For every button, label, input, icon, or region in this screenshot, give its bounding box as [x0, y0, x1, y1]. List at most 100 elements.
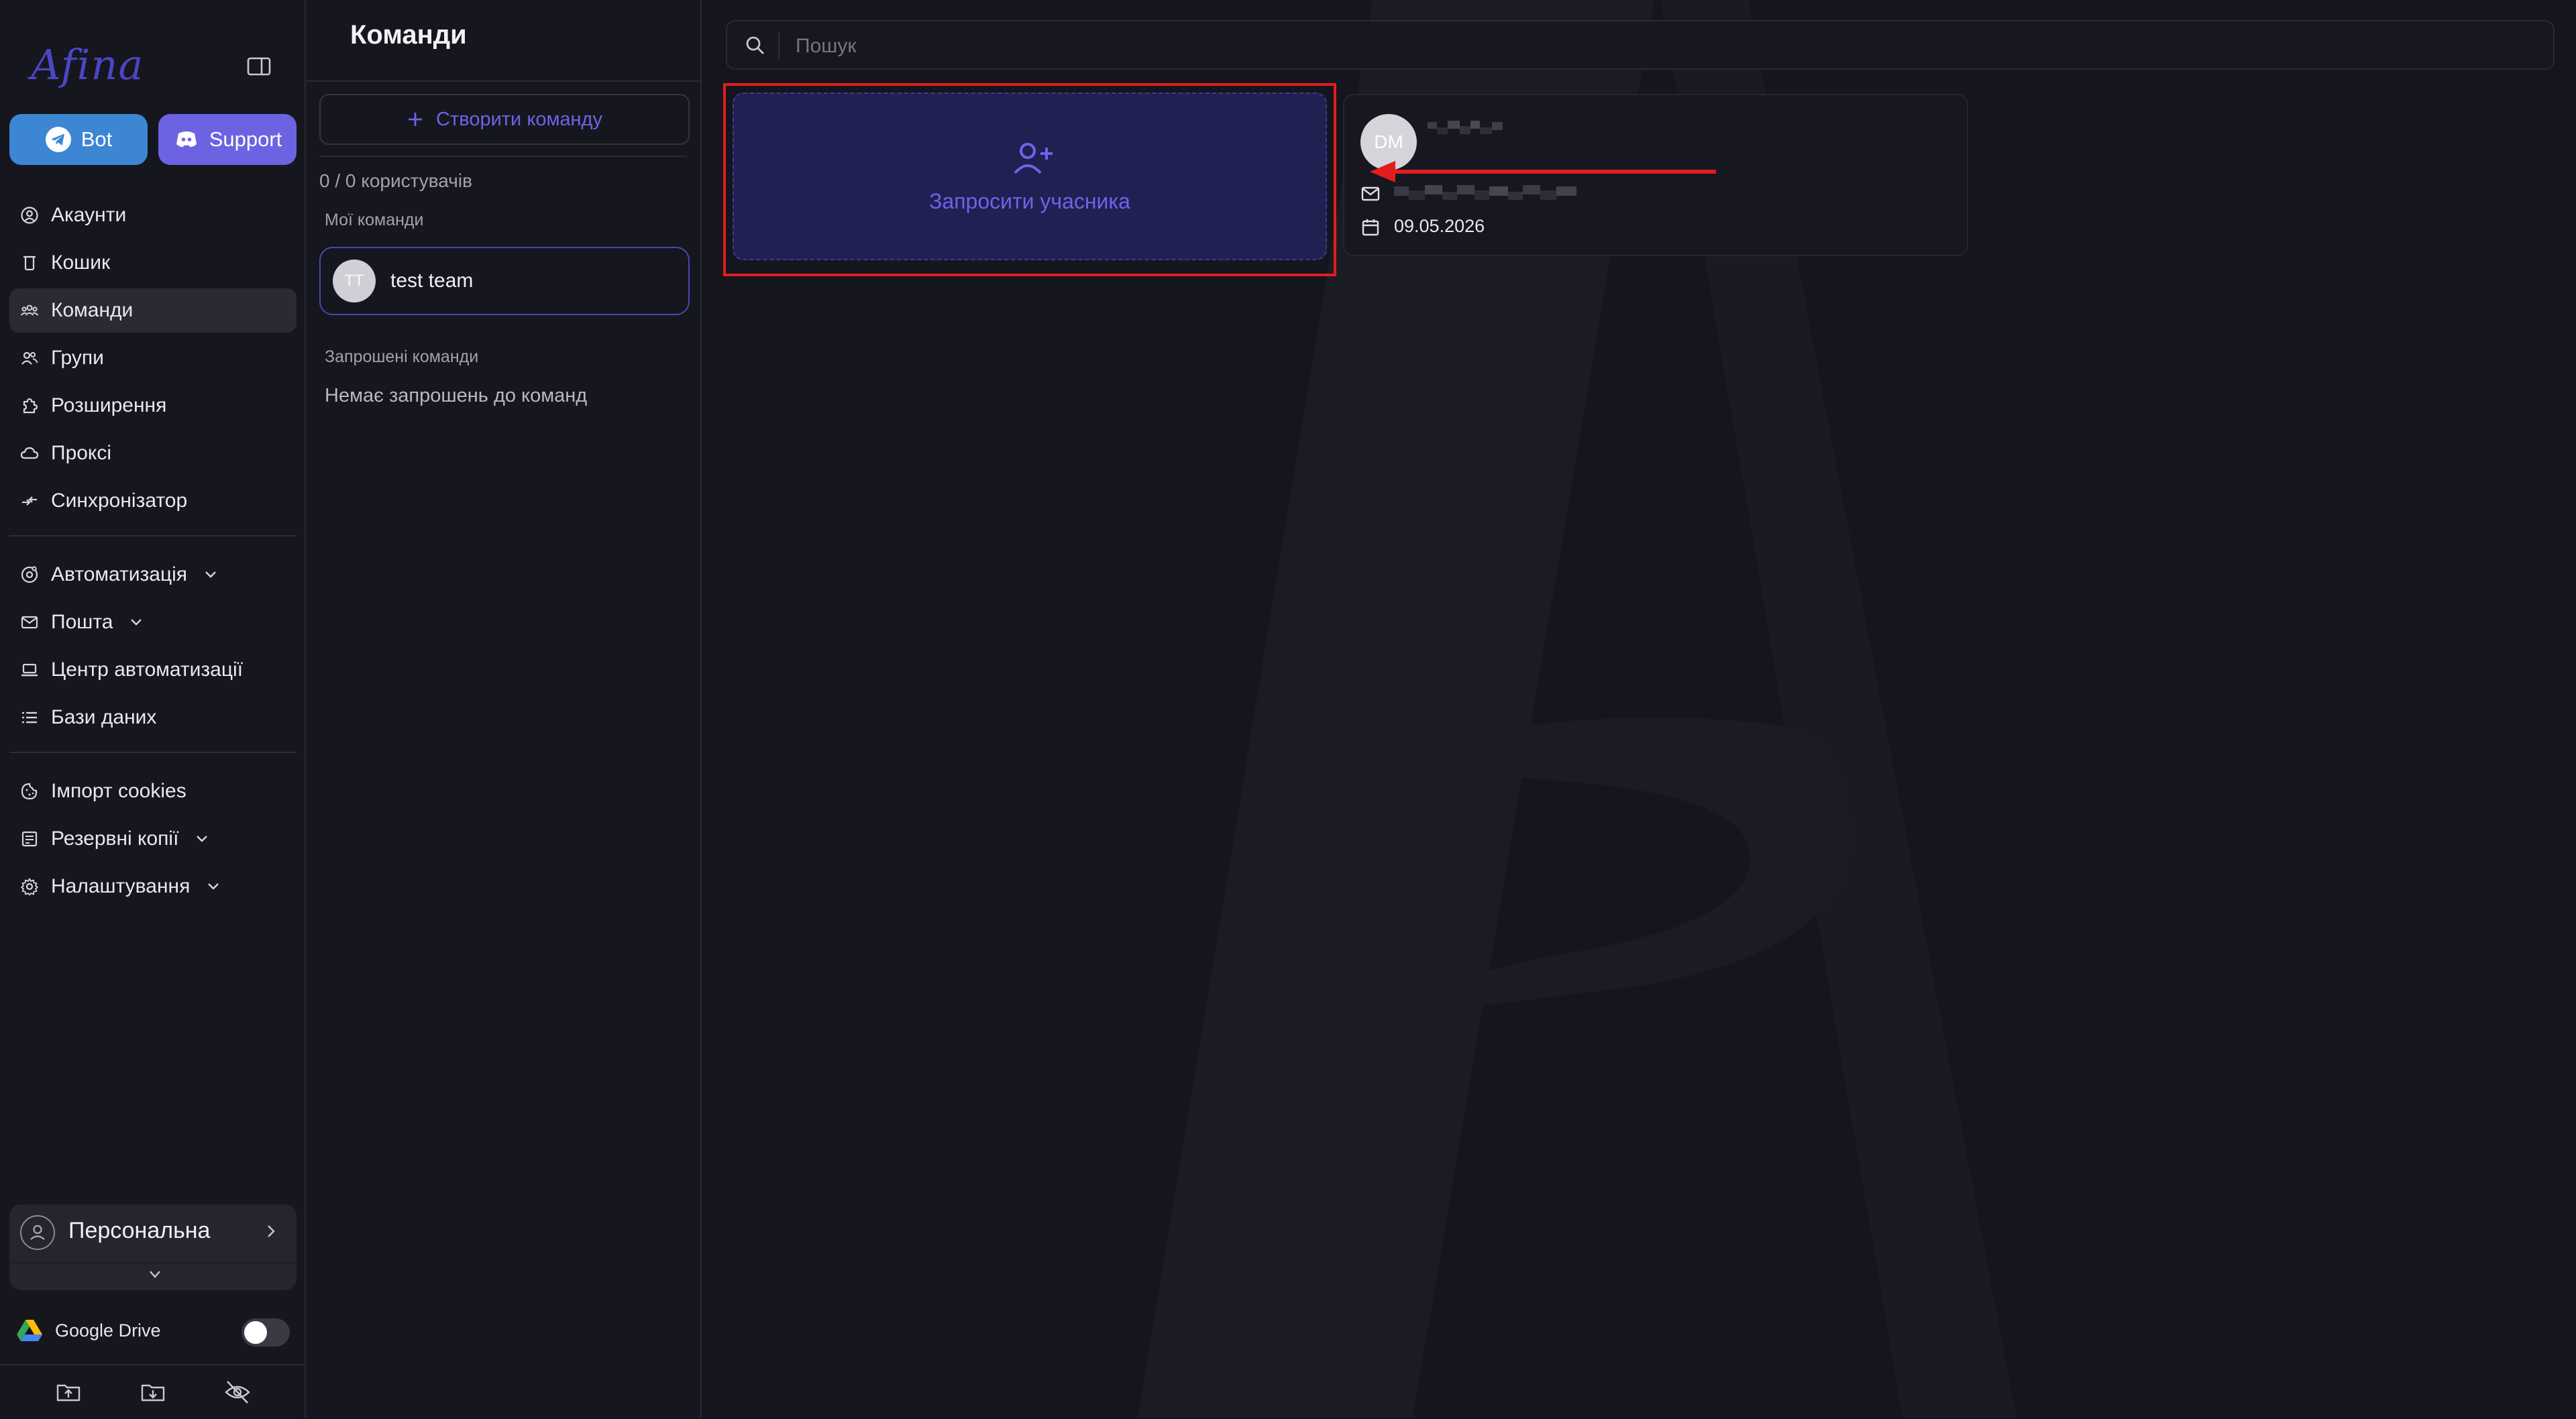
app-logo: Afina: [31, 40, 144, 89]
automation-icon: [21, 566, 38, 583]
header-divider: [306, 80, 700, 82]
sidebar-toggle-icon[interactable]: [247, 56, 271, 76]
discord-icon: [176, 131, 197, 148]
sidebar-item-label: Імпорт cookies: [51, 780, 186, 802]
chevron-down-icon[interactable]: [146, 1267, 164, 1282]
search-bar: [726, 20, 2555, 70]
my-teams-heading: Мої команди: [325, 211, 424, 229]
search-input[interactable]: [794, 30, 2528, 63]
sidebar-item-label: Групи: [51, 347, 104, 369]
invite-member-label: Запросити учасника: [929, 189, 1130, 213]
google-drive-toggle[interactable]: [241, 1318, 290, 1347]
member-email-redacted: [1394, 185, 1576, 200]
member-avatar: DM: [1360, 114, 1417, 170]
list-icon: [22, 712, 37, 724]
user-plus-icon: [1014, 143, 1053, 174]
chevron-down-icon: [197, 836, 208, 842]
support-button[interactable]: Support: [158, 114, 297, 165]
team-icon: [20, 304, 39, 316]
sync-icon: [22, 496, 37, 506]
users-count: 0 / 0 користувачів: [319, 170, 472, 191]
backup-icon: [21, 831, 38, 847]
bot-button-label: Bot: [80, 127, 113, 151]
teams-panel: Команди Створити команду 0 / 0 користува…: [306, 0, 702, 1418]
sidebar-nav: Акаунти Кошик Команди Групи Розширення П…: [9, 193, 297, 912]
sidebar-item-accounts[interactable]: Акаунти: [9, 193, 297, 237]
member-name-redacted: [1428, 121, 1503, 134]
google-drive-row: Google Drive: [16, 1318, 161, 1343]
user-circle-icon: [21, 207, 38, 224]
page-title: Команди: [350, 20, 467, 50]
sidebar-item-automation-center[interactable]: Центр автоматизації: [9, 648, 297, 692]
member-card[interactable]: DM 09.05.2026: [1343, 94, 1968, 256]
workspace-label: Персональна: [68, 1218, 211, 1243]
create-team-label: Створити команду: [436, 108, 602, 130]
sidebar-item-import-cookies[interactable]: Імпорт cookies: [9, 769, 297, 813]
sidebar-item-label: Автоматизація: [51, 563, 188, 585]
team-avatar: TT: [333, 260, 376, 302]
sidebar-item-label: Налаштування: [51, 875, 191, 897]
team-item[interactable]: TT test team: [319, 247, 690, 315]
users-icon: [21, 351, 38, 365]
folder-upload-icon[interactable]: [55, 1379, 82, 1406]
calendar-icon: [1362, 219, 1379, 236]
sidebar-item-extensions[interactable]: Розширення: [9, 384, 297, 428]
trash-icon: [23, 256, 36, 271]
highlight-frame: Запросити учасника: [723, 83, 1336, 276]
toggle-knob: [244, 1321, 267, 1344]
puzzle-icon: [23, 398, 38, 414]
chevron-down-icon: [131, 619, 142, 626]
sidebar-item-label: Бази даних: [51, 706, 157, 728]
sidebar-item-backups[interactable]: Резервні копії: [9, 817, 297, 861]
divider: [319, 156, 687, 157]
sidebar-item-automation[interactable]: Автоматизація: [9, 553, 297, 597]
chevron-down-icon: [205, 571, 216, 578]
eye-off-icon[interactable]: [224, 1379, 251, 1406]
sidebar-item-label: Резервні копії: [51, 828, 179, 850]
folder-download-icon[interactable]: [140, 1379, 166, 1406]
mail-icon: [21, 616, 38, 629]
sidebar-item-teams[interactable]: Команди: [9, 288, 297, 333]
plus-icon: [409, 113, 423, 126]
cloud-icon: [20, 447, 39, 459]
support-button-label: Support: [209, 127, 282, 151]
google-drive-label: Google Drive: [55, 1320, 161, 1341]
sidebar-divider: [9, 535, 297, 536]
sidebar-divider: [9, 752, 297, 753]
chevron-down-icon: [208, 883, 219, 890]
laptop-icon: [21, 663, 38, 677]
sidebar-item-label: Команди: [51, 299, 133, 321]
invited-teams-heading: Запрошені команди: [325, 347, 479, 366]
sidebar-item-proxy[interactable]: Проксі: [9, 431, 297, 475]
team-name: test team: [390, 270, 474, 292]
create-team-button[interactable]: Створити команду: [319, 94, 690, 145]
sidebar-item-synchronizer[interactable]: Синхронізатор: [9, 479, 297, 523]
gear-icon: [21, 878, 38, 896]
empty-invites-message: Немає запрошень до команд: [325, 385, 588, 406]
telegram-icon: [45, 127, 71, 152]
cookie-icon: [21, 783, 38, 800]
sidebar-item-mail[interactable]: Пошта: [9, 600, 297, 644]
search-icon: [746, 36, 764, 54]
sidebar-item-settings[interactable]: Налаштування: [9, 864, 297, 909]
chevron-right-icon[interactable]: [263, 1223, 279, 1239]
sidebar: Afina Bot Support Акаунти Кошик Команди …: [0, 0, 306, 1418]
sidebar-item-label: Розширення: [51, 394, 167, 416]
sidebar-item-label: Проксі: [51, 442, 112, 464]
main-content: Запросити учасника DM 09.05.2026: [702, 0, 2576, 1418]
sidebar-bottom-bar: [0, 1364, 305, 1419]
search-divider: [778, 31, 780, 60]
sidebar-item-trash[interactable]: Кошик: [9, 241, 297, 285]
sidebar-item-groups[interactable]: Групи: [9, 336, 297, 380]
invite-member-card[interactable]: Запросити учасника: [733, 93, 1327, 260]
sidebar-item-label: Центр автоматизації: [51, 659, 244, 681]
google-drive-icon: [17, 1320, 42, 1341]
bot-button[interactable]: Bot: [9, 114, 148, 165]
workspace-switcher[interactable]: Персональна: [9, 1204, 297, 1290]
sidebar-item-label: Акаунти: [51, 204, 127, 226]
sidebar-item-databases[interactable]: Бази даних: [9, 695, 297, 740]
workspace-divider: [9, 1262, 297, 1263]
mail-icon: [1361, 186, 1380, 201]
workspace-avatar-icon: [20, 1215, 55, 1250]
member-join-date: 09.05.2026: [1394, 216, 1485, 236]
